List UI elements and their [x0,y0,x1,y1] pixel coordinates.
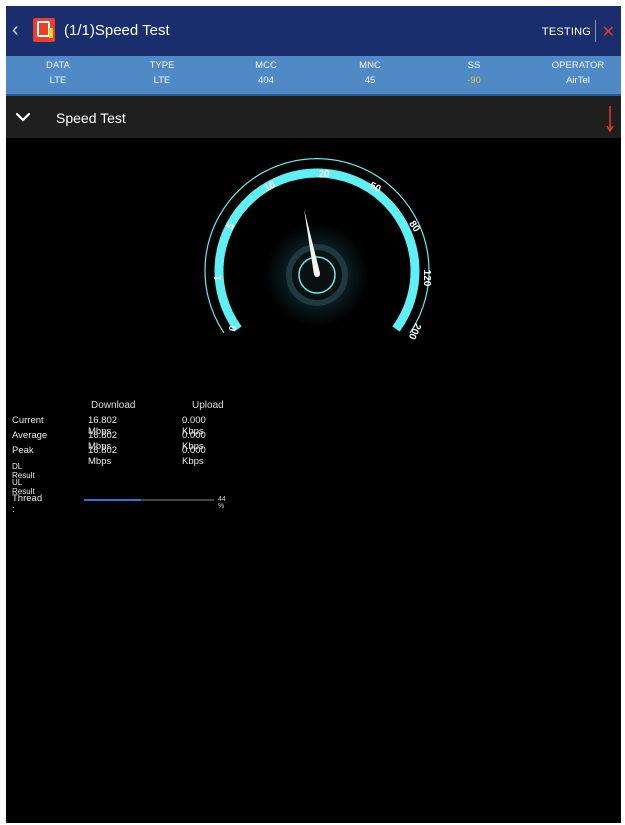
info-operator: OPERATOR AirTel [538,60,618,86]
app-bar: ‹ (1/1)Speed Test TESTING ✕ [6,6,621,56]
thread-progress-bar [84,499,214,501]
info-data: DATA LTE [18,60,98,86]
info-value: LTE [153,75,171,86]
info-value: AirTel [566,75,590,86]
speed-gauge: 0 1 5 10 20 50 80 120 200 [204,158,432,341]
info-mnc: MNC 45 [330,60,410,86]
info-value: 404 [258,75,274,86]
gauge-tick-label: 1 [213,275,224,281]
info-value: -90 [467,75,481,86]
section-title: Speed Test [56,110,126,126]
row-label-average: Average [12,430,48,441]
thread-progress-fill [84,499,142,501]
info-value: 45 [364,75,376,86]
info-value: LTE [49,75,67,86]
close-icon[interactable]: ✕ [602,22,615,42]
thread-label: Thread : [12,493,43,515]
download-arrow-icon [606,106,614,133]
info-type: TYPE LTE [122,60,202,86]
info-label: MNC [359,60,381,71]
row-label-peak: Peak [12,445,34,456]
speed-test-section-header[interactable]: Speed Test [6,96,621,138]
info-label: SS [467,60,481,71]
divider [595,20,596,42]
chevron-down-icon[interactable] [15,111,31,123]
gauge-needle-pivot [314,271,320,277]
info-label: OPERATOR [551,60,605,71]
testing-status: TESTING [541,26,591,38]
network-info-bar: DATA LTE TYPE LTE MCC 404 MNC 45 SS -90 … [6,56,621,96]
thread-percent: 44 % [218,496,226,510]
download-header: Download [91,400,136,411]
info-label: DATA [46,60,70,71]
app-logo-icon [33,18,55,42]
back-icon[interactable]: ‹ [12,20,19,40]
row-label-current: Current [12,415,44,426]
info-mcc: MCC 404 [226,60,306,86]
info-label: MCC [255,60,277,71]
app-screen: ‹ (1/1)Speed Test TESTING ✕ DATA LTE TYP… [6,6,621,823]
info-ss: SS -90 [434,60,514,86]
info-label: TYPE [149,60,175,71]
gauge-tick-label: 120 [421,270,432,287]
gauge-tick-label: 20 [318,169,330,180]
gauge-tick-label: 200 [406,321,423,341]
peak-upload: 0.000 Kbps [182,445,206,467]
peak-download: 16.802 Mbps [88,445,118,467]
page-title: (1/1)Speed Test [64,22,170,39]
upload-header: Upload [192,400,224,411]
